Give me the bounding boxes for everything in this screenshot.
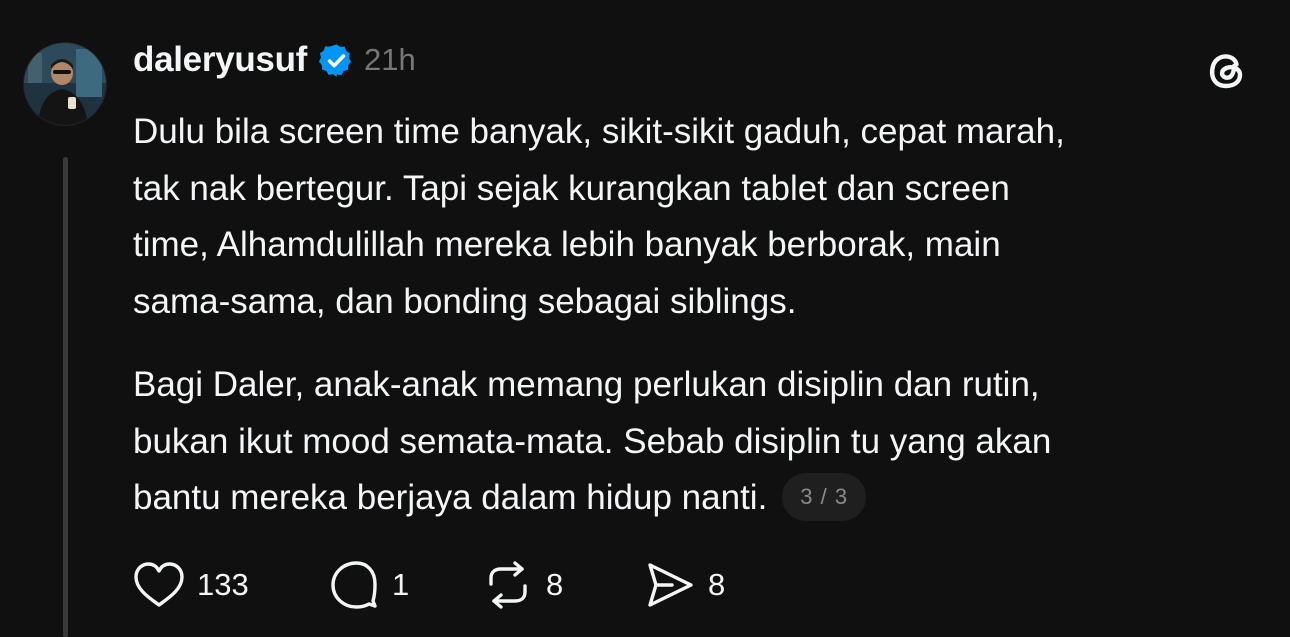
post-header: daleryusuf 21h <box>133 38 416 82</box>
repost-icon <box>482 560 534 610</box>
username[interactable]: daleryusuf <box>133 40 307 80</box>
like-count: 133 <box>197 567 249 602</box>
timestamp: 21h <box>364 42 416 77</box>
share-count: 8 <box>708 567 726 602</box>
comment-icon <box>328 560 380 610</box>
heart-icon <box>133 561 185 609</box>
threads-logo-icon[interactable] <box>1201 44 1251 94</box>
reply-count: 1 <box>392 567 410 602</box>
reply-button[interactable]: 1 <box>328 560 482 610</box>
post-paragraph-2-text: Bagi Daler, anak-anak memang perlukan di… <box>133 365 1052 517</box>
post-text: Dulu bila screen time banyak, sikit-siki… <box>133 104 1253 554</box>
share-button[interactable]: 8 <box>642 560 725 610</box>
post-paragraph-2: Bagi Daler, anak-anak memang perlukan di… <box>133 357 1253 527</box>
thread-line <box>63 157 68 637</box>
post-paragraph-1: Dulu bila screen time banyak, sikit-siki… <box>133 112 1065 321</box>
page-indicator-badge: 3 / 3 <box>782 472 867 521</box>
repost-button[interactable]: 8 <box>482 560 642 610</box>
avatar-photo <box>24 43 106 125</box>
avatar[interactable] <box>24 43 106 125</box>
send-icon <box>642 560 696 610</box>
repost-count: 8 <box>546 567 564 602</box>
verified-badge-icon <box>318 42 355 79</box>
action-bar: 133 1 8 8 <box>133 560 725 610</box>
like-button[interactable]: 133 <box>133 561 328 609</box>
